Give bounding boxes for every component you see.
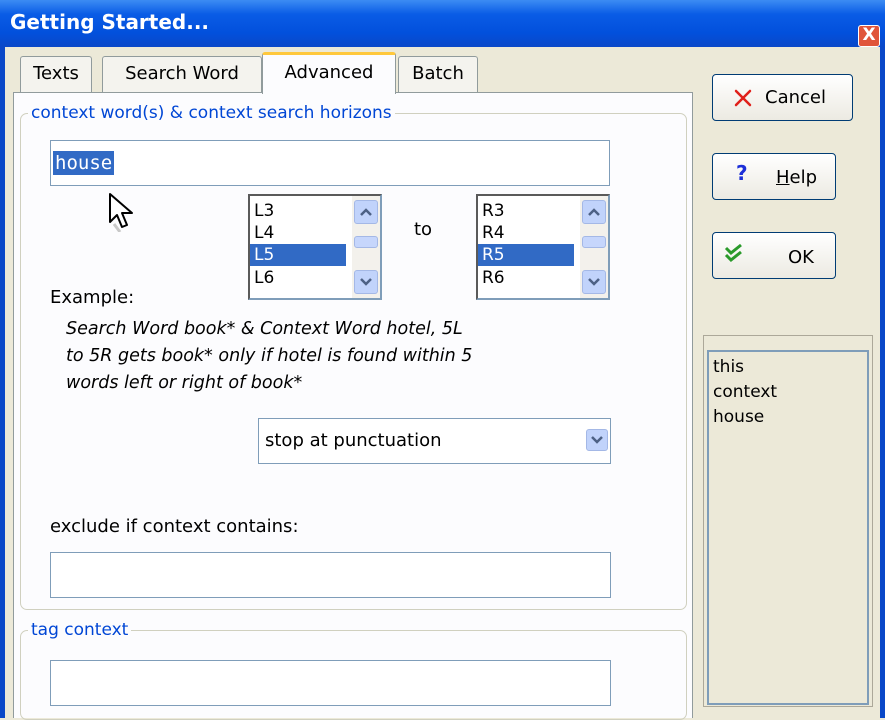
tag-context-legend: tag context: [28, 620, 132, 640]
left-list-item[interactable]: L4: [254, 222, 274, 244]
tab-texts[interactable]: Texts: [20, 56, 92, 92]
right-horizon-listbox[interactable]: R3 R4 R5 R6: [476, 194, 610, 300]
scroll-down-button[interactable]: [354, 270, 378, 294]
window-title: Getting Started...: [10, 10, 210, 34]
tab-advanced[interactable]: Advanced: [262, 52, 396, 94]
double-check-icon: [724, 243, 742, 263]
chevron-up-icon: [588, 208, 600, 216]
context-group-legend: context word(s) & context search horizon…: [28, 103, 395, 123]
example-text: Search Word book* & Context Word hotel, …: [66, 316, 472, 397]
left-list-item[interactable]: L3: [254, 200, 274, 222]
right-list-item[interactable]: R3: [482, 200, 505, 222]
chevron-down-icon: [588, 278, 600, 286]
example-label: Example:: [50, 287, 135, 308]
scroll-up-button[interactable]: [582, 200, 606, 224]
context-word-item[interactable]: this: [713, 357, 744, 377]
context-words-list[interactable]: this context house: [707, 350, 869, 705]
context-word-value: house: [53, 151, 115, 175]
right-list-item[interactable]: R4: [482, 222, 505, 244]
left-list-scrollbar[interactable]: [352, 196, 380, 298]
exclude-context-input[interactable]: [50, 552, 611, 598]
cancel-button[interactable]: Cancel: [712, 74, 853, 121]
example-line: to 5R gets book* only if hotel is found …: [66, 346, 473, 366]
left-list-item-selected[interactable]: L5: [250, 244, 346, 266]
left-horizon-listbox[interactable]: L3 L4 L5 L6: [248, 194, 382, 300]
close-icon: X: [862, 25, 876, 45]
punctuation-select-value: stop at punctuation: [265, 430, 442, 451]
chevron-down-icon: [591, 436, 603, 444]
ok-button[interactable]: OK: [712, 232, 836, 279]
window-border-right: [880, 47, 885, 718]
x-icon: [734, 89, 752, 107]
chevron-up-icon: [360, 208, 372, 216]
help-label: Help: [776, 167, 818, 188]
help-question-icon: ?: [736, 161, 748, 185]
dropdown-button[interactable]: [586, 429, 608, 451]
to-label: to: [414, 219, 433, 240]
scroll-down-button[interactable]: [582, 270, 606, 294]
mouse-pointer-icon: [109, 193, 133, 232]
scroll-thumb[interactable]: [354, 236, 378, 248]
ok-label: OK: [788, 247, 814, 268]
left-list-item[interactable]: L6: [254, 267, 274, 289]
punctuation-select[interactable]: stop at punctuation: [258, 418, 611, 464]
context-word-item[interactable]: house: [713, 407, 764, 427]
exclude-label: exclude if context contains:: [50, 516, 299, 537]
context-word-item[interactable]: context: [713, 382, 777, 402]
right-list-scrollbar[interactable]: [580, 196, 608, 298]
help-button[interactable]: ? Help: [712, 153, 836, 200]
chevron-down-icon: [360, 278, 372, 286]
cancel-label: Cancel: [765, 87, 826, 108]
right-list-item[interactable]: R6: [482, 267, 505, 289]
close-button[interactable]: X: [858, 25, 880, 47]
tab-batch[interactable]: Batch: [398, 56, 478, 92]
example-line: Search Word book* & Context Word hotel, …: [66, 319, 463, 339]
example-line: words left or right of book*: [66, 373, 303, 393]
window-border-left: [0, 47, 5, 718]
scroll-up-button[interactable]: [354, 200, 378, 224]
tag-context-input[interactable]: [50, 660, 611, 706]
scroll-thumb[interactable]: [582, 236, 606, 248]
right-list-item-selected[interactable]: R5: [478, 244, 574, 266]
tab-search-word[interactable]: Search Word: [102, 56, 262, 92]
context-word-input[interactable]: [50, 140, 610, 186]
